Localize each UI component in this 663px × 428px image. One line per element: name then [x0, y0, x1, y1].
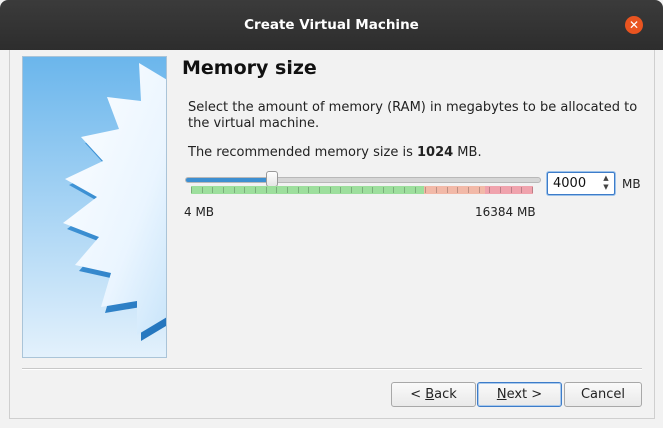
- memory-scale-bar: [191, 186, 533, 194]
- scale-tick: [511, 187, 512, 193]
- chevron-up-icon[interactable]: ▲: [600, 174, 612, 183]
- recommended-memory-text: The recommended memory size is 1024 MB.: [188, 145, 482, 160]
- memory-size-input-value[interactable]: 4000: [553, 176, 586, 191]
- scale-tick: [479, 187, 480, 193]
- scale-danger-zone: [485, 186, 533, 194]
- scale-tick: [372, 187, 373, 193]
- wizard-banner-image: [22, 56, 167, 358]
- memory-size-spinbox[interactable]: 4000 ▲ ▼: [547, 172, 615, 195]
- back-button-mnemonic: B: [425, 387, 435, 402]
- scale-tick: [362, 187, 363, 193]
- slider-min-label: 4 MB: [184, 205, 215, 219]
- memory-description: Select the amount of memory (RAM) in meg…: [188, 100, 638, 131]
- scale-tick: [266, 187, 267, 193]
- scale-tick: [457, 187, 458, 193]
- scale-tick: [319, 187, 320, 193]
- back-button[interactable]: < Back: [391, 382, 476, 407]
- cancel-button[interactable]: Cancel: [564, 382, 642, 407]
- page-title: Memory size: [182, 57, 317, 79]
- wizard-content: Memory size Select the amount of memory …: [9, 50, 655, 419]
- scale-tick: [202, 187, 203, 193]
- next-button-mnemonic: N: [496, 387, 507, 402]
- recommend-prefix: The recommended memory size is: [188, 145, 417, 160]
- scale-warning-zone: [424, 186, 486, 194]
- memory-unit-label: MB: [622, 177, 641, 191]
- scale-tick: [255, 187, 256, 193]
- memory-slider-handle[interactable]: [266, 171, 278, 187]
- recommend-suffix: MB.: [453, 145, 482, 160]
- button-separator: [22, 368, 642, 370]
- scale-tick: [521, 187, 522, 193]
- spinbox-arrows[interactable]: ▲ ▼: [600, 174, 612, 193]
- scale-tick: [212, 187, 213, 193]
- scale-tick: [415, 187, 416, 193]
- next-button-rest: ext >: [506, 387, 543, 402]
- create-vm-dialog: Create Virtual Machine ✕ Memory size Sel…: [0, 0, 663, 428]
- recommended-memory-value: 1024: [416, 145, 454, 160]
- memory-slider-track[interactable]: [185, 177, 541, 183]
- scale-tick: [244, 187, 245, 193]
- scale-tick: [308, 187, 309, 193]
- chevron-down-icon[interactable]: ▼: [600, 183, 612, 192]
- close-icon[interactable]: ✕: [625, 16, 643, 34]
- scale-tick: [447, 187, 448, 193]
- memory-slider-fill: [186, 178, 272, 182]
- scale-tick: [234, 187, 235, 193]
- scale-tick: [489, 187, 490, 193]
- scale-tick: [404, 187, 405, 193]
- scale-tick: [351, 187, 352, 193]
- scale-tick: [383, 187, 384, 193]
- scale-tick: [393, 187, 394, 193]
- scale-tick: [223, 187, 224, 193]
- scale-tick: [532, 187, 533, 193]
- scale-tick: [468, 187, 469, 193]
- window-title: Create Virtual Machine: [244, 17, 419, 33]
- scale-tick: [298, 187, 299, 193]
- back-button-rest: ack: [434, 387, 457, 402]
- scale-tick: [500, 187, 501, 193]
- slider-max-label: 16384 MB: [475, 205, 536, 219]
- scale-tick: [287, 187, 288, 193]
- scale-tick: [276, 187, 277, 193]
- scale-tick: [330, 187, 331, 193]
- title-bar[interactable]: Create Virtual Machine ✕: [0, 0, 663, 50]
- starburst-graphic: [23, 57, 166, 357]
- scale-tick: [436, 187, 437, 193]
- scale-tick: [191, 187, 192, 193]
- back-button-prefix: <: [410, 387, 426, 402]
- scale-tick: [425, 187, 426, 193]
- next-button[interactable]: Next >: [477, 382, 562, 407]
- scale-tick: [340, 187, 341, 193]
